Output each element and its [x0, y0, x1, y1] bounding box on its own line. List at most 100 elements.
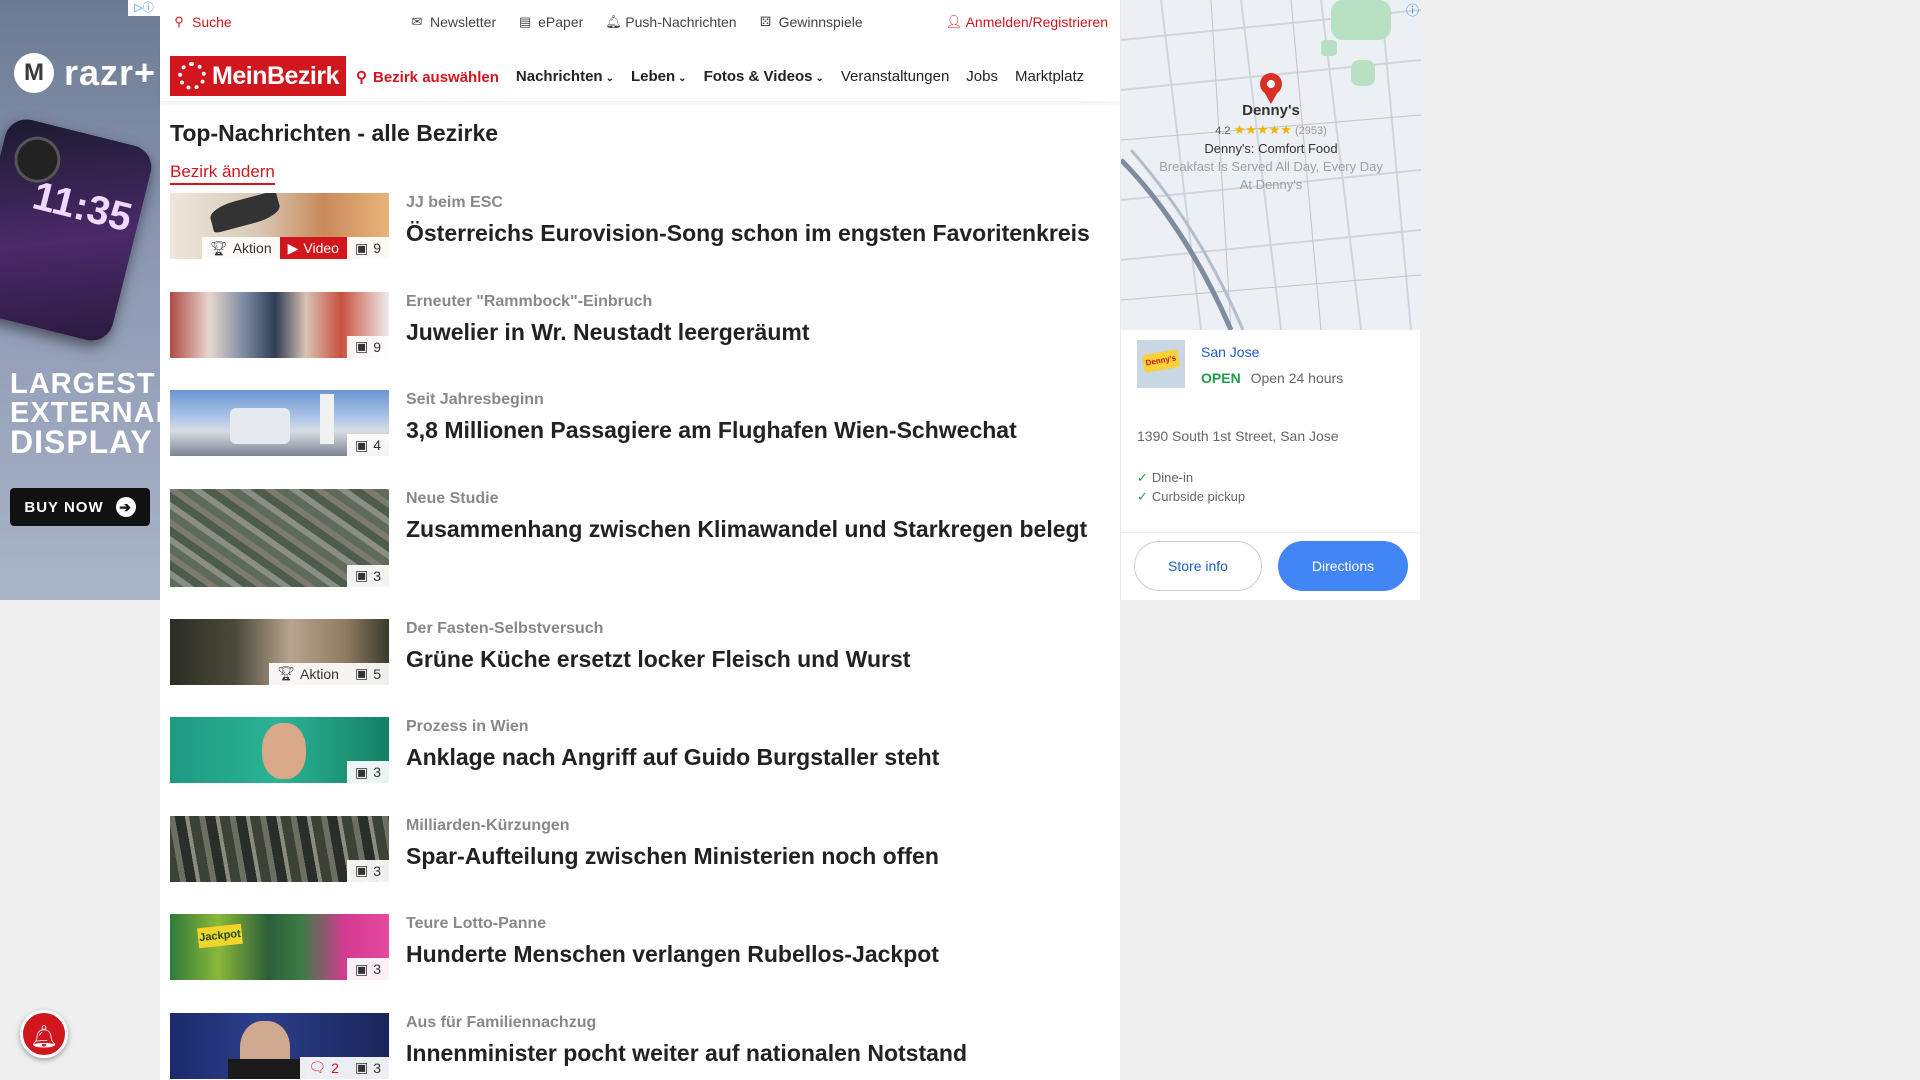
article-title[interactable]: Österreichs Eurovision-Song schon im eng… [406, 218, 1106, 249]
article-kicker: JJ beim ESC [406, 194, 503, 211]
map-view[interactable]: ⓘ Denny's 4.2 ★★★★★ (2953) Denny's: Comf… [1121, 0, 1421, 330]
article-item[interactable]: 🗨︎ 2 ▣ 3 Aus für Familiennachzug Innenmini… [170, 1012, 1110, 1080]
nav-item-veranstaltungen[interactable]: Veranstaltungen [841, 68, 949, 86]
ad-buy-now-button[interactable]: BUY NOW ➔ [10, 488, 150, 526]
article-title[interactable]: Innenminister pocht weiter auf nationale… [406, 1038, 1106, 1069]
nav-item-nachrichten[interactable]: Nachrichten ⌄ [516, 68, 614, 86]
article-item[interactable]: 🏆︎ Aktion ▣ 5 Der Fasten-Selbstversuch Grü… [170, 618, 1110, 718]
dice-icon: ⚄ [759, 14, 772, 29]
location-pin-icon: ⚲ [356, 69, 367, 86]
article-thumbnail[interactable]: ▣ 3 [170, 717, 389, 783]
article-thumbnail[interactable]: ▣ 3 [170, 488, 389, 587]
select-district-label: Bezirk auswählen [373, 68, 499, 86]
store-city[interactable]: San Jose [1201, 344, 1259, 360]
top-utility-bar: ⚲ Suche ✉ Newsletter ▤ ePaper 🔔︎ Push-Na… [160, 0, 1120, 46]
article-thumbnail[interactable]: 🏆︎ Aktion ▶ Video ▣ 9 [170, 193, 389, 259]
feature-item: ✓ Dine-in [1137, 470, 1193, 486]
push-notifications-link[interactable]: 🔔︎ Push-Nachrichten [605, 14, 736, 30]
place-description: At Denny's [1239, 177, 1303, 192]
image-icon: ▣ [354, 665, 369, 681]
article-title[interactable]: Hunderte Menschen verlangen Rubellos-Jac… [406, 939, 1106, 970]
article-badges: ▣ 4 [346, 434, 389, 456]
aktion-badge: 🏆︎ Aktion [269, 662, 347, 685]
article-kicker: Neue Studie [406, 489, 499, 507]
feature-label: Curbside pickup [1151, 489, 1246, 504]
page: ▷ⓘ M razr+ 11:35 LARGEST EXTERNAL DISPLA… [0, 0, 1920, 1080]
newsletter-link[interactable]: ✉ Newsletter [410, 14, 497, 30]
play-icon: ▶ [287, 239, 299, 256]
rating-value: 4.2 [1215, 125, 1231, 137]
image-icon: ▣ [354, 763, 369, 780]
article-thumbnail[interactable]: ▣ 9 [170, 291, 389, 358]
login-link[interactable]: 👤︎ Anmelden/Registrieren [946, 14, 1108, 30]
right-ad-map-card[interactable]: ⓘ Denny's 4.2 ★★★★★ (2953) Denny's: Comf… [1120, 0, 1421, 600]
change-district-link[interactable]: Bezirk ändern [170, 162, 275, 185]
article-thumbnail[interactable]: ▣ 3 [170, 815, 389, 882]
article-kicker: Prozess in Wien [406, 718, 529, 735]
article-thumbnail[interactable]: ▣ 4 [170, 390, 389, 456]
article-title[interactable]: Juwelier in Wr. Neustadt leergeräumt [406, 317, 1106, 348]
article-item[interactable]: ▣ 3 Neue Studie Zusammenhang zwischen Kli… [170, 488, 1110, 619]
place-tagline: Denny's: Comfort Food [1204, 141, 1338, 156]
article-title[interactable]: 3,8 Millionen Passagiere am Flughafen Wi… [406, 415, 1106, 446]
site-logo[interactable]: MeinBezirk [170, 56, 346, 96]
article-thumbnail[interactable]: 🏆︎ Aktion ▣ 5 [170, 618, 389, 685]
article-item[interactable]: ▣ 9 Erneuter "Rammbock"-Einbruch Juwelier… [170, 291, 1110, 391]
ad-headline: LARGEST EXTERNAL DISPLAY [10, 368, 160, 460]
ad-phone-clock: 11:35 [28, 173, 137, 241]
article-title[interactable]: Anklage nach Angriff auf Guido Burgstall… [406, 742, 1106, 773]
article-thumbnail[interactable]: Jackpot ▣ 3 [170, 914, 389, 980]
photo-count-badge: ▣ 3 [346, 1056, 389, 1079]
article-item[interactable]: ▣ 3 Milliarden-Kürzungen Spar-Aufteilung … [170, 815, 1110, 915]
ad-brand-name: razr+ [64, 52, 157, 93]
article-badges: ▣ 3 [346, 761, 389, 783]
main-navigation: MeinBezirk ⚲ Bezirk auswählen Nachrichte… [160, 46, 1120, 102]
ad-choices-icon[interactable]: ▷ⓘ [128, 0, 160, 16]
nav-item-fotos-videos[interactable]: Fotos & Videos ⌄ [704, 68, 824, 86]
ad-headline-line: LARGEST [10, 368, 156, 400]
article-title[interactable]: Spar-Aufteilung zwischen Ministerien noc… [406, 841, 1106, 872]
photo-count-badge: ▣ 9 [346, 335, 389, 358]
left-ad-banner[interactable]: ▷ⓘ M razr+ 11:35 LARGEST EXTERNAL DISPLA… [0, 0, 160, 600]
article-kicker: Milliarden-Kürzungen [406, 816, 570, 834]
open-status: OPEN [1201, 370, 1241, 386]
place-description: Breakfast Is Served All Day, Every Day [1159, 159, 1383, 174]
logo-text: MeinBezirk [212, 61, 339, 90]
article-badges: ▣ 9 [346, 335, 389, 358]
ad-brand: M razr+ [14, 52, 156, 94]
image-icon: ▣ [354, 960, 369, 977]
epaper-link[interactable]: ▤ ePaper [518, 14, 583, 30]
store-info-button[interactable]: Store info [1134, 541, 1262, 591]
select-district-button[interactable]: ⚲ Bezirk auswählen [356, 68, 499, 87]
article-item[interactable]: ▣ 3 Prozess in Wien Anklage nach Angriff … [170, 717, 1110, 816]
article-item[interactable]: Jackpot ▣ 3 Teure Lotto-Panne Hunderte Me… [170, 914, 1110, 1013]
image-icon: ▣ [354, 567, 369, 583]
feature-item: ✓ Curbside pickup [1137, 489, 1245, 505]
notification-bell-button[interactable]: 🔔︎ [20, 1010, 68, 1058]
logo-icon [178, 62, 206, 90]
photo-count: 9 [373, 240, 381, 256]
article-title[interactable]: Zusammenhang zwischen Klimawandel und St… [406, 514, 1106, 545]
ad-headline-line: DISPLAY [10, 424, 153, 460]
article-thumbnail[interactable]: 🗨︎ 2 ▣ 3 [170, 1012, 389, 1079]
nav-item-label: Leben [630, 68, 676, 85]
nav-item-marktplatz[interactable]: Marktplatz [1015, 68, 1084, 86]
article-item[interactable]: ▣ 4 Seit Jahresbeginn 3,8 Millionen Passa… [170, 390, 1110, 489]
search-link[interactable]: ⚲ Suche [172, 14, 231, 30]
chevron-down-icon: ⌄ [678, 73, 687, 84]
main-content: ⚲ Suche ✉ Newsletter ▤ ePaper 🔔︎ Push-Na… [160, 0, 1120, 1080]
article-list: 🏆︎ Aktion ▶ Video ▣ 9 JJ beim ESC Österreic… [170, 193, 1110, 1080]
article-title[interactable]: Grüne Küche ersetzt locker Fleisch und W… [406, 644, 1106, 675]
article-item[interactable]: 🏆︎ Aktion ▶ Video ▣ 9 JJ beim ESC Österreic… [170, 193, 1110, 292]
ad-info-icon[interactable]: ⓘ [1406, 0, 1419, 19]
epaper-label: ePaper [538, 14, 584, 30]
article-kicker: Der Fasten-Selbstversuch [406, 619, 604, 637]
directions-button[interactable]: Directions [1278, 541, 1408, 591]
image-icon: ▣ [354, 338, 369, 354]
games-link[interactable]: ⚄ Gewinnspiele [759, 14, 863, 30]
check-icon: ✓ [1137, 470, 1148, 485]
nav-item-leben[interactable]: Leben ⌄ [631, 68, 687, 86]
aktion-badge: 🏆︎ Aktion [201, 237, 280, 259]
nav-item-jobs[interactable]: Jobs [966, 68, 998, 86]
motorola-logo-icon: M [14, 53, 54, 93]
